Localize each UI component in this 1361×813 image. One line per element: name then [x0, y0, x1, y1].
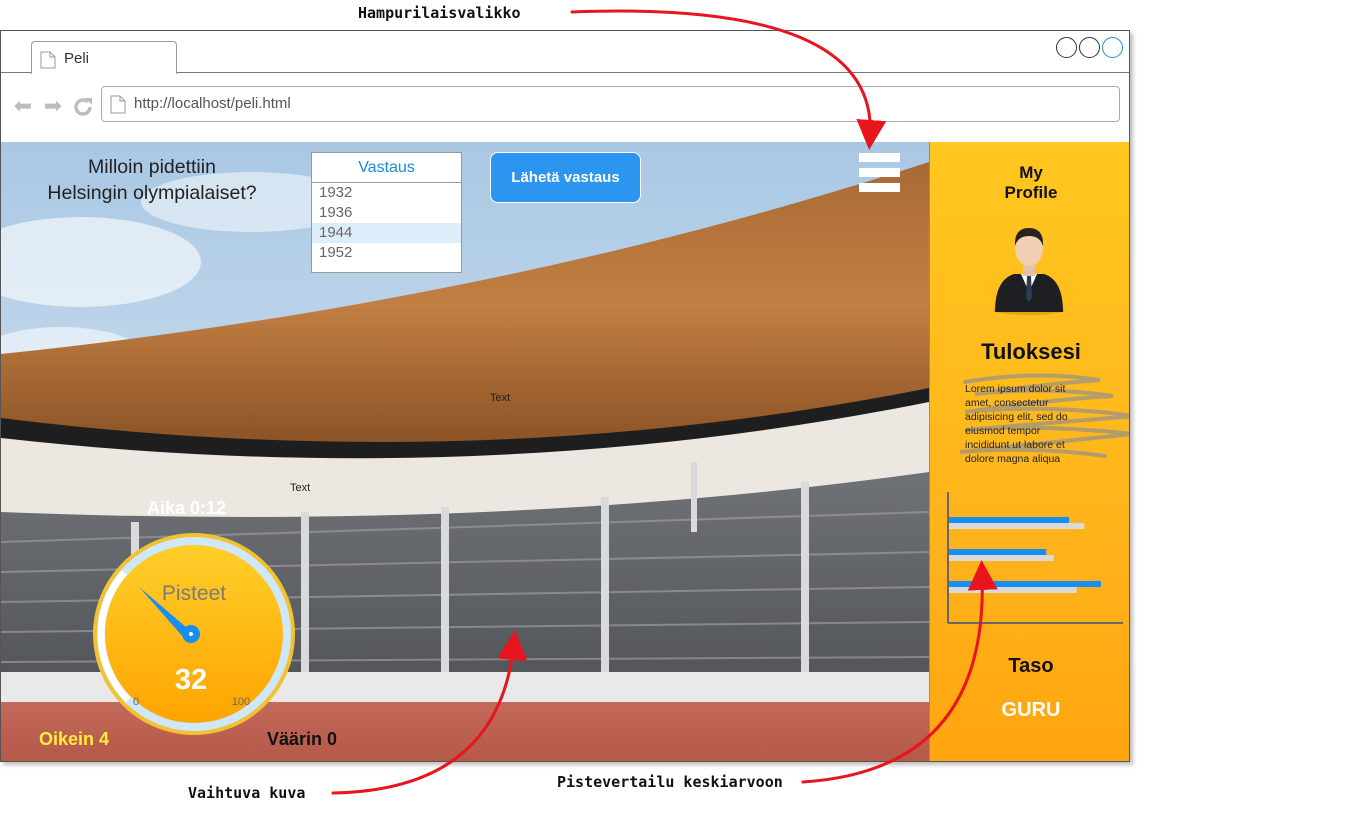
placeholder-text: Text — [290, 482, 311, 494]
chart-bar — [949, 523, 1085, 529]
browser-window: Peli ⬅ ➡ http://localhost/peli.html Mill… — [0, 30, 1130, 762]
profile-sidebar: My Profile Tuloksesi Lorem ipsum dolor s… — [929, 142, 1129, 761]
level-label: Taso — [1008, 655, 1054, 677]
answer-option[interactable]: 1952 — [312, 243, 461, 263]
annotation-hamburger-menu: Hampurilaisvalikko — [358, 4, 521, 22]
chart-bar — [949, 555, 1054, 561]
description-line: adipisicing elit, sed do — [965, 411, 1068, 423]
stadium-background-image: Milloin pidettiin Helsingin olympialaise… — [1, 142, 929, 761]
correct-count: Oikein 4 — [39, 729, 110, 749]
chart-bar — [949, 581, 1101, 587]
browser-tab[interactable]: Peli — [31, 41, 177, 74]
answer-option[interactable]: 1936 — [312, 203, 461, 223]
navigation-bar: ⬅ ➡ http://localhost/peli.html — [1, 74, 1129, 142]
question-text: Milloin pidettiin Helsingin olympialaise… — [23, 154, 281, 206]
annotation-score-comparison: Pistevertailu keskiarvoon — [557, 773, 783, 791]
tab-title: Peli — [64, 50, 90, 67]
chart-bar — [949, 549, 1047, 555]
maximize-button[interactable] — [1079, 37, 1100, 58]
tab-bar: Peli — [1, 31, 1129, 74]
level-value: GURU — [1001, 699, 1061, 721]
answer-list[interactable]: Vastaus 1932 1936 1944 1952 — [311, 152, 462, 273]
answer-option-selected[interactable]: 1944 — [312, 223, 461, 243]
question-line-1: Milloin pidettiin — [88, 156, 216, 178]
reload-icon[interactable] — [72, 96, 94, 118]
document-icon — [40, 51, 56, 69]
minimize-button[interactable] — [1056, 37, 1077, 58]
description-line: amet, consectetur — [965, 397, 1049, 409]
description-line: dolore magna aliqua — [965, 453, 1061, 465]
page-content: Milloin pidettiin Helsingin olympialaise… — [1, 142, 1129, 761]
back-arrow-icon[interactable]: ⬅ — [11, 94, 35, 118]
score-gauge: Pisteet 32 0 100 — [91, 531, 297, 742]
question-line-2: Helsingin olympialaiset? — [47, 182, 257, 204]
results-description: Lorem ipsum dolor sit amet, consectetur … — [965, 382, 1105, 466]
results-heading: Tuloksesi — [981, 339, 1081, 364]
send-answer-button[interactable]: Lähetä vastaus — [490, 152, 641, 203]
page-icon — [110, 95, 126, 114]
annotation-changing-image: Vaihtuva kuva — [188, 784, 306, 802]
avatar[interactable] — [992, 224, 1066, 316]
gauge-label: Pisteet — [162, 582, 226, 605]
placeholder-text: Text — [490, 392, 511, 404]
score-comparison-chart — [947, 492, 1123, 624]
address-bar[interactable]: http://localhost/peli.html — [101, 86, 1120, 122]
gauge-max-label: 100 — [232, 696, 250, 708]
gauge-min-label: 0 — [133, 696, 139, 708]
wrong-count: Väärin 0 — [267, 729, 338, 749]
description-line: incididunt ut labore et — [965, 439, 1065, 451]
gauge-value: 32 — [175, 664, 207, 696]
timer-text: Aika 0:12 — [147, 498, 227, 518]
profile-title-line-1: My — [1019, 163, 1043, 182]
window-controls — [1056, 37, 1123, 58]
chart-bar — [949, 587, 1077, 593]
answer-option[interactable]: 1932 — [312, 183, 461, 203]
chart-bar — [949, 517, 1070, 523]
profile-title: My Profile — [930, 163, 1129, 203]
close-button[interactable] — [1102, 37, 1123, 58]
url-text: http://localhost/peli.html — [134, 95, 291, 112]
profile-title-line-2: Profile — [1004, 183, 1058, 202]
answer-list-header: Vastaus — [312, 153, 461, 183]
description-line: eiusmod tempor — [965, 425, 1041, 437]
description-line: Lorem ipsum dolor sit — [965, 383, 1066, 395]
hamburger-menu-icon[interactable] — [859, 153, 900, 193]
forward-arrow-icon[interactable]: ➡ — [41, 94, 65, 118]
